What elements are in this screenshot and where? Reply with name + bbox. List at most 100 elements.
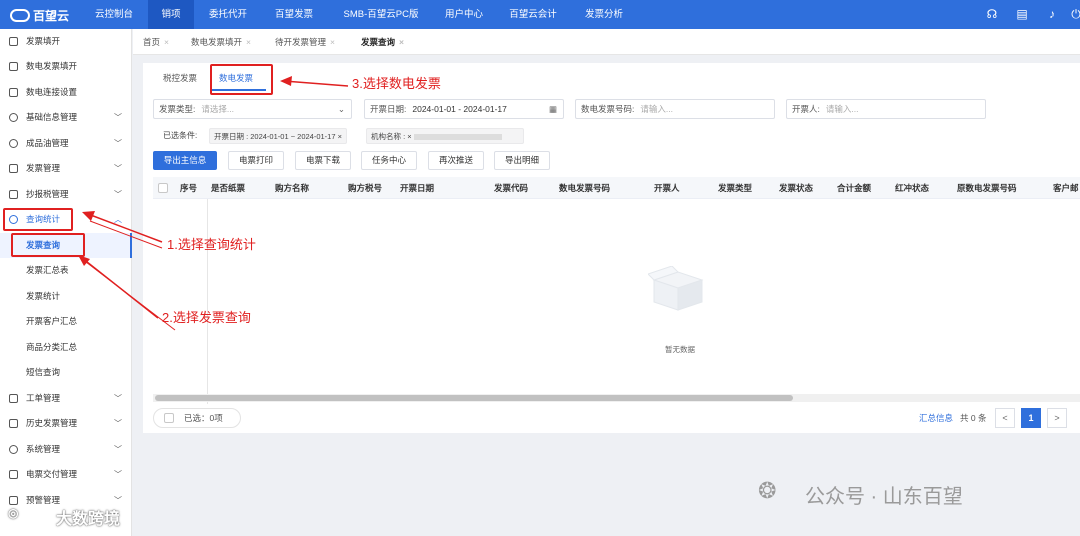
wechat-icon: ❂ [758, 478, 777, 503]
tab-invoice-query[interactable]: 发票查询 × [361, 29, 404, 55]
condition-chip-org[interactable]: 机构名称 : × [366, 128, 524, 144]
sidebar-item-invoice-issue[interactable]: 发票填开 [0, 29, 132, 54]
redacted-text [413, 134, 502, 141]
summary-link[interactable]: 汇总信息 [919, 408, 953, 428]
brand-name: 百望云 [33, 8, 70, 23]
sidebar-item-tax-report[interactable]: 抄报税管理 ﹀ [0, 182, 132, 207]
chevron-down-icon: ﹀ [114, 470, 122, 479]
power-icon[interactable]: ⏻ [1068, 6, 1080, 22]
sidebar-item-history[interactable]: 历史发票管理 ﹀ [0, 411, 132, 436]
watermark-left: 大数跨境 [56, 511, 121, 528]
print-button[interactable]: 电票打印 [228, 151, 284, 170]
invoice-icon [9, 164, 18, 173]
sidebar-item-system[interactable]: 系统管理 ﹀ [0, 437, 132, 462]
bell-icon[interactable]: ♪ [1044, 6, 1060, 22]
column-header: 发票类型 [718, 183, 753, 193]
page-1-button[interactable]: 1 [1021, 408, 1041, 428]
column-header: 开票日期 [400, 183, 435, 193]
sidebar-item-digital-connect[interactable]: 数电连接设置 [0, 80, 132, 105]
tab-label: 待开发票管理 [275, 37, 327, 47]
column-header: 发票状态 [779, 183, 814, 193]
invoice-number-input[interactable]: 数电发票号码: 请输入... [575, 99, 775, 119]
field-placeholder: 请输入... [825, 104, 859, 114]
nav-invoice-analysis[interactable]: 发票分析 [576, 0, 632, 29]
invoice-icon [9, 62, 18, 71]
table-header: 序号 是否纸票 购方名称 购方税号 开票日期 发票代码 数电发票号码 开票人 发… [153, 177, 1080, 199]
column-header: 购方税号 [348, 183, 383, 193]
sidebar-item-oil[interactable]: 成品油管理 ﹀ [0, 131, 132, 156]
sidebar-item-basic-info[interactable]: 基础信息管理 ﹀ [0, 105, 132, 130]
nav-sales[interactable]: 销项 [148, 0, 194, 29]
condition-chip-date[interactable]: 开票日期 : 2024-01-01 ~ 2024-01-17 × [209, 128, 347, 144]
sidebar-item-invoice-mgmt[interactable]: 发票管理 ﹀ [0, 156, 132, 181]
field-placeholder: 请输入... [640, 104, 673, 114]
next-page-button[interactable]: > [1047, 408, 1067, 428]
field-label: 发票类型: [159, 104, 196, 114]
tab-label: 发票查询 [361, 37, 396, 47]
selected-label: 已选：0项 [184, 413, 223, 423]
gear-icon [9, 139, 18, 148]
clipboard-icon [9, 394, 18, 403]
nav-accounting[interactable]: 百望云会计 [500, 0, 566, 29]
document-icon[interactable]: ▤ [1014, 6, 1030, 22]
sidebar-item-label: 发票统计 [26, 291, 61, 301]
prev-page-button[interactable]: < [995, 408, 1015, 428]
subtab-tax-control[interactable]: 税控发票 [163, 72, 197, 84]
sidebar-subitem-customer[interactable]: 开票客户汇总 [0, 309, 132, 334]
fixed-column-divider [207, 199, 208, 404]
sidebar-item-label: 发票填开 [26, 36, 61, 46]
headset-icon[interactable]: ☊ [984, 6, 1000, 22]
nav-user-center[interactable]: 用户中心 [438, 0, 490, 29]
selected-count[interactable]: 已选：0项 [153, 408, 241, 428]
sidebar-item-label: 历史发票管理 [26, 418, 78, 428]
sidebar-item-delivery[interactable]: 电票交付管理 ﹀ [0, 462, 132, 487]
tab-pending[interactable]: 待开发票管理 × [275, 29, 335, 55]
sidebar-item-label: 发票管理 [26, 163, 61, 173]
close-icon[interactable]: × [330, 37, 335, 47]
sidebar-item-label: 数电连接设置 [26, 87, 78, 97]
close-icon[interactable]: × [246, 37, 251, 47]
select-all-checkbox[interactable] [158, 183, 168, 193]
sidebar-item-label: 预警管理 [26, 495, 61, 505]
sidebar-item-label: 工单管理 [26, 393, 61, 403]
export-detail-button[interactable]: 导出明细 [494, 151, 550, 170]
tab-digital-issue[interactable]: 数电发票填开 × [191, 29, 251, 55]
sidebar-subitem-stats[interactable]: 发票统计 [0, 284, 132, 309]
task-center-button[interactable]: 任务中心 [361, 151, 417, 170]
sidebar-item-digital-issue[interactable]: 数电发票填开 [0, 54, 132, 79]
sidebar-subitem-summary[interactable]: 发票汇总表 [0, 258, 132, 283]
nav-baiwang-invoice[interactable]: 百望发票 [266, 0, 322, 29]
sidebar-item-label: 系统管理 [26, 444, 61, 454]
footer-checkbox[interactable] [164, 413, 174, 423]
date-range-field[interactable]: 开票日期: 2024-01-01 - 2024-01-17 ▦ [364, 99, 564, 119]
download-button[interactable]: 电票下载 [295, 151, 351, 170]
sidebar-subitem-sms[interactable]: 短信查询 [0, 360, 132, 385]
column-header: 客户邮 [1053, 183, 1079, 193]
brand-logo[interactable]: 百望云 [10, 6, 69, 24]
highlight-digital-tab [210, 64, 273, 95]
conditions-label: 已选条件: [163, 131, 198, 140]
field-placeholder: 请选择... [201, 104, 234, 114]
tab-home[interactable]: 首页 × [143, 29, 169, 55]
sidebar-item-workorder[interactable]: 工单管理 ﹀ [0, 386, 132, 411]
close-icon[interactable]: × [399, 37, 404, 47]
invoice-type-select[interactable]: 发票类型: 请选择... ⌄ [153, 99, 352, 119]
chevron-up-icon: ︿ [114, 215, 122, 224]
annotation-step2: 2.选择发票查询 [162, 310, 251, 325]
field-label: 数电发票号码: [581, 104, 635, 114]
invoice-icon [9, 37, 18, 46]
close-icon[interactable]: × [164, 37, 169, 47]
column-header: 红冲状态 [895, 183, 930, 193]
drawer-input[interactable]: 开票人: 请输入... [786, 99, 986, 119]
chevron-down-icon: ﹀ [114, 419, 122, 428]
scrollbar-thumb[interactable] [155, 395, 793, 401]
sidebar-subitem-goods[interactable]: 商品分类汇总 [0, 335, 132, 360]
repush-button[interactable]: 再次推送 [428, 151, 484, 170]
page-tabs: 首页 × 数电发票填开 × 待开发票管理 × 发票查询 × [133, 29, 1080, 55]
nav-entrust[interactable]: 委托代开 [200, 0, 256, 29]
settings-icon [9, 445, 18, 454]
export-main-button[interactable]: 导出主信息 [153, 151, 217, 170]
column-header: 购方名称 [275, 183, 310, 193]
nav-smb[interactable]: SMB-百望云PC版 [332, 0, 430, 29]
nav-console[interactable]: 云控制台 [86, 0, 142, 29]
